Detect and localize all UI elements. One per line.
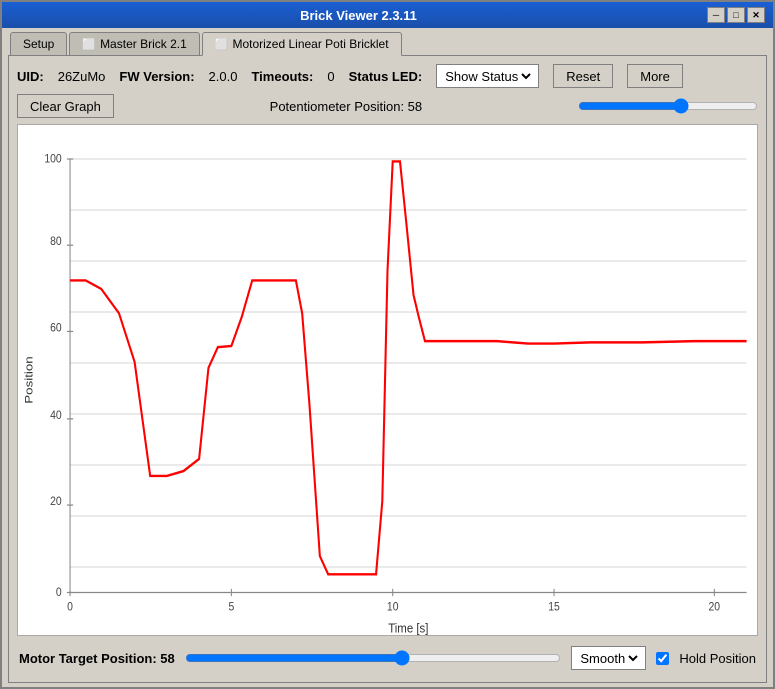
titlebar-controls: ─ □ ✕ — [707, 7, 765, 23]
reset-button[interactable]: Reset — [553, 64, 613, 88]
uid-label: UID: — [17, 69, 44, 84]
hold-position-checkbox[interactable] — [656, 652, 669, 665]
x-tick-10: 10 — [387, 601, 399, 614]
titlebar: Brick Viewer 2.3.11 ─ □ ✕ — [2, 2, 773, 28]
x-axis-label: Time [s] — [388, 621, 428, 635]
y-tick-20: 20 — [50, 495, 62, 508]
status-led-label: Status LED: — [349, 69, 423, 84]
position-display: Potentiometer Position: 58 — [126, 99, 566, 114]
x-tick-20: 20 — [709, 601, 721, 614]
hold-position-label: Hold Position — [679, 651, 756, 666]
smooth-select[interactable]: Smooth Linear — [576, 650, 641, 667]
maximize-button[interactable]: □ — [727, 7, 745, 23]
close-button[interactable]: ✕ — [747, 7, 765, 23]
x-tick-5: 5 — [228, 601, 234, 614]
motor-slider[interactable] — [185, 650, 562, 666]
tab-master-brick[interactable]: ⬜ Master Brick 2.1 — [69, 32, 199, 55]
y-tick-0: 0 — [56, 586, 62, 599]
position-slider-wrap[interactable] — [578, 98, 758, 114]
clear-graph-button[interactable]: Clear Graph — [17, 94, 114, 118]
status-led-select-wrap[interactable]: Show Status Off On Heartbeat — [436, 64, 539, 88]
tab-master-brick-label: Master Brick 2.1 — [100, 37, 187, 51]
y-tick-60: 60 — [50, 322, 62, 335]
motorized-poti-icon: ⬜ — [215, 38, 229, 51]
timeouts-value: 0 — [327, 69, 334, 84]
chart-svg: 0 20 40 60 80 100 — [18, 125, 757, 635]
minimize-button[interactable]: ─ — [707, 7, 725, 23]
y-tick-100: 100 — [44, 153, 61, 166]
info-row: UID: 26ZuMo FW Version: 2.0.0 Timeouts: … — [17, 64, 758, 88]
y-tick-80: 80 — [50, 236, 62, 249]
x-tick-15: 15 — [548, 601, 560, 614]
tab-setup[interactable]: Setup — [10, 32, 67, 55]
smooth-select-wrap[interactable]: Smooth Linear — [571, 646, 646, 670]
more-button[interactable]: More — [627, 64, 683, 88]
window-title: Brick Viewer 2.3.11 — [10, 8, 707, 23]
x-tick-0: 0 — [67, 601, 73, 614]
main-content: UID: 26ZuMo FW Version: 2.0.0 Timeouts: … — [8, 55, 767, 683]
graph-area: 0 20 40 60 80 100 — [17, 124, 758, 636]
status-led-select[interactable]: Show Status Off On Heartbeat — [441, 68, 534, 85]
master-brick-icon: ⬜ — [82, 38, 96, 51]
motor-label: Motor Target Position: 58 — [19, 651, 175, 666]
y-tick-40: 40 — [50, 409, 62, 422]
tab-motorized-poti[interactable]: ⬜ Motorized Linear Poti Bricklet — [202, 32, 402, 56]
y-axis-label: Position — [22, 356, 35, 404]
bottom-row: Motor Target Position: 58 Smooth Linear … — [17, 642, 758, 674]
fw-label: FW Version: — [119, 69, 194, 84]
chart-line — [70, 161, 747, 574]
tabs-row: Setup ⬜ Master Brick 2.1 ⬜ Motorized Lin… — [2, 28, 773, 55]
tab-motorized-poti-label: Motorized Linear Poti Bricklet — [232, 37, 388, 51]
fw-value: 2.0.0 — [209, 69, 238, 84]
controls-row: Clear Graph Potentiometer Position: 58 — [17, 94, 758, 118]
tab-setup-label: Setup — [23, 37, 54, 51]
uid-value: 26ZuMo — [58, 69, 106, 84]
main-window: Brick Viewer 2.3.11 ─ □ ✕ Setup ⬜ Master… — [0, 0, 775, 689]
position-slider[interactable] — [578, 98, 758, 114]
timeouts-label: Timeouts: — [251, 69, 313, 84]
